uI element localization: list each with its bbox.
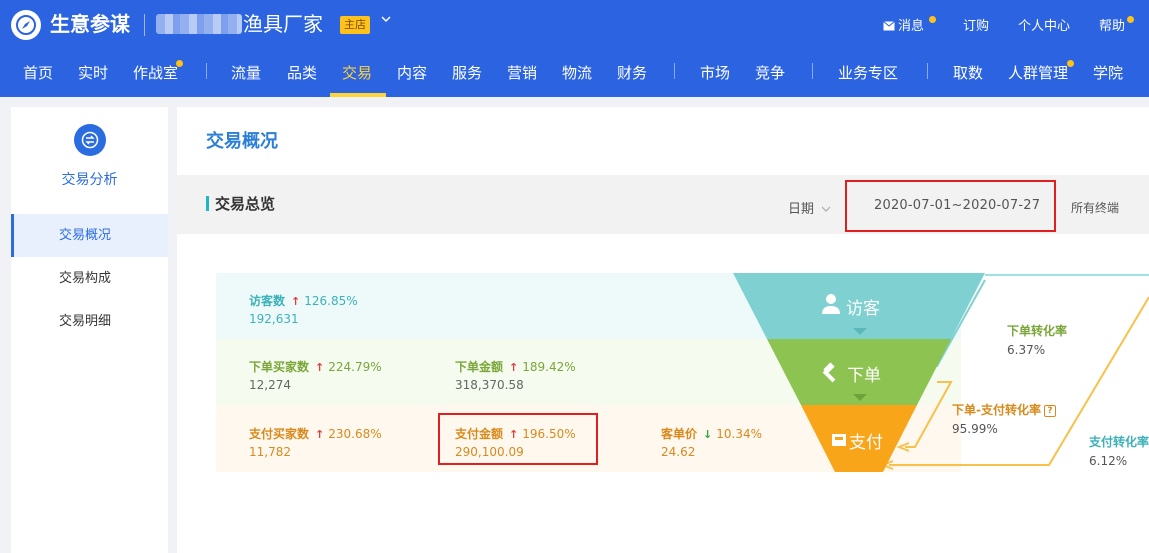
sidebar-item-composition[interactable]: 交易构成 <box>11 257 168 300</box>
exchange-icon <box>74 124 106 156</box>
nav-marketing[interactable]: 营销 <box>507 62 537 84</box>
sidebar-item-overview[interactable]: 交易概况 <box>11 214 168 257</box>
nav-service[interactable]: 服务 <box>452 62 482 84</box>
conversion-pay-rate: 支付转化率 6.12% <box>1089 433 1149 468</box>
crowd-notice-dot <box>1067 60 1074 67</box>
subscribe-link[interactable]: 订购 <box>963 18 989 36</box>
nav-business-zone[interactable]: 业务专区 <box>838 62 898 84</box>
nav-divider <box>927 63 928 79</box>
nav-category[interactable]: 品类 <box>287 62 317 84</box>
nav-home[interactable]: 首页 <box>23 62 53 84</box>
card-icon <box>832 434 846 446</box>
top-header: 生意参谋 渔具厂家 主店 消息 订购 个人中心 帮助 首页 实时 作战室 流量 … <box>0 0 1149 97</box>
stage-label-visitor: 访客 <box>846 299 880 319</box>
message-notice-dot <box>929 16 936 23</box>
nav-crowd[interactable]: 人群管理 <box>1008 62 1068 84</box>
nav-active-indicator <box>330 93 386 97</box>
help-notice-dot <box>1127 16 1134 23</box>
sidebar-item-details[interactable]: 交易明细 <box>11 300 168 343</box>
help-icon[interactable]: ? <box>1043 405 1056 417</box>
nav-logistics[interactable]: 物流 <box>562 62 592 84</box>
conversion-label: 下单转化率 <box>1007 324 1068 338</box>
help-link[interactable]: 帮助 <box>1099 18 1125 36</box>
highlight-date-range <box>845 180 1056 232</box>
nav-trade[interactable]: 交易 <box>342 62 372 84</box>
sidebar-title: 交易分析 <box>61 172 118 188</box>
top-links: 消息 订购 个人中心 帮助 <box>0 0 1149 50</box>
nav-warroom[interactable]: 作战室 <box>133 62 178 84</box>
nav-divider <box>674 63 675 79</box>
highlight-pay-amount <box>438 413 598 465</box>
mail-icon <box>883 21 895 31</box>
funnel-chart: 访客 下单 支付 <box>733 273 1149 472</box>
conversion-label: 下单-支付转化率 <box>952 403 1041 417</box>
nav-data-fetch[interactable]: 取数 <box>953 62 983 84</box>
nav-divider <box>812 63 813 79</box>
conversion-value: 6.37% <box>1007 343 1046 357</box>
nav-finance[interactable]: 财务 <box>617 62 647 84</box>
nav-academy[interactable]: 学院 <box>1093 62 1123 84</box>
profile-link[interactable]: 个人中心 <box>1018 18 1070 36</box>
nav-market[interactable]: 市场 <box>700 62 730 84</box>
nav-divider <box>206 63 207 79</box>
main-panel: 交易概况 交易总览 日期 2020-07-01~2020-07-27 所有终端 … <box>177 107 1149 553</box>
conversion-label: 支付转化率 <box>1089 435 1149 449</box>
message-label: 消息 <box>898 19 925 34</box>
nav-content[interactable]: 内容 <box>397 62 427 84</box>
nav-traffic[interactable]: 流量 <box>231 62 261 84</box>
main-nav: 首页 实时 作战室 流量 品类 交易 内容 服务 营销 物流 财务 市场 竞争 … <box>0 50 1149 97</box>
stage-label-order: 下单 <box>847 366 881 386</box>
sidebar: 交易分析 交易概况 交易构成 交易明细 <box>11 107 168 553</box>
conversion-value: 95.99% <box>952 422 998 436</box>
warroom-notice-dot <box>176 60 183 67</box>
nav-competition[interactable]: 竞争 <box>755 62 785 84</box>
stage-label-pay: 支付 <box>849 433 883 453</box>
conversion-order-rate: 下单转化率 6.37% <box>1007 322 1067 357</box>
conversion-value: 6.12% <box>1089 454 1128 468</box>
message-link[interactable]: 消息 <box>883 18 924 36</box>
nav-realtime[interactable]: 实时 <box>78 62 108 84</box>
conversion-order-pay-rate: 下单-支付转化率? 95.99% <box>952 401 1056 436</box>
